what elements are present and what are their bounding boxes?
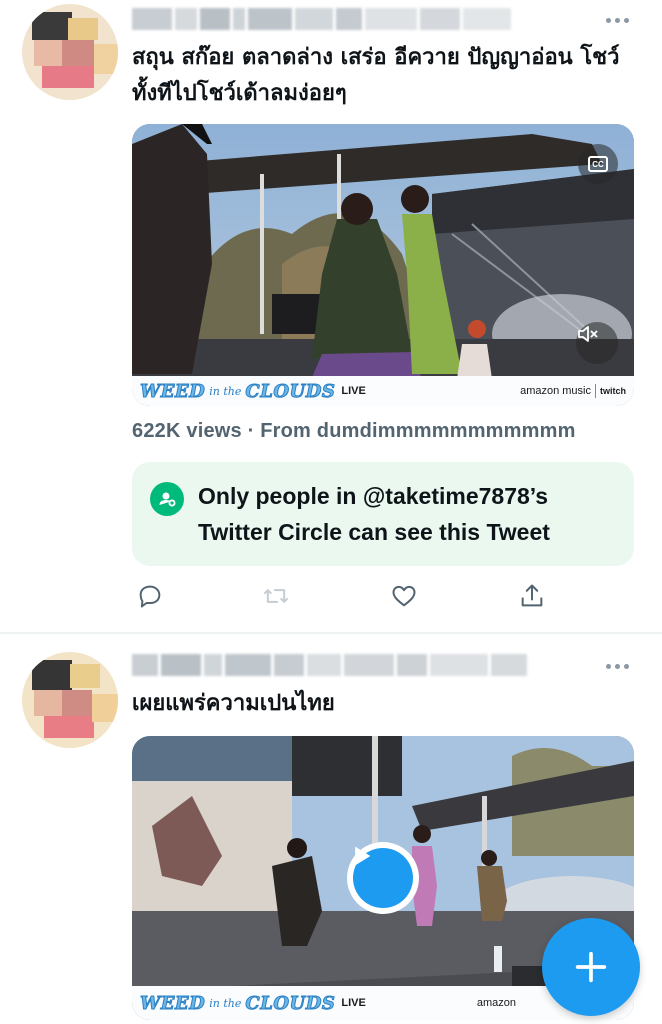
play-button[interactable]	[347, 842, 419, 914]
twitter-circle-icon	[150, 482, 184, 516]
compose-tweet-button[interactable]	[542, 918, 640, 1016]
reply-icon	[139, 585, 161, 608]
muted-speaker-icon	[578, 326, 598, 342]
retweet-button[interactable]	[258, 578, 294, 614]
author-name-blurred[interactable]	[132, 6, 511, 32]
view-count[interactable]: 622K views · From dumdimmmmmmmmmmm	[132, 420, 576, 443]
video-frame	[132, 124, 634, 406]
video-thumbnail[interactable]: CC WEED in the CLOUDS LIVE amazon music …	[132, 124, 634, 406]
banner-live: LIVE	[341, 385, 366, 397]
tweet-text: เผยแพร่ความเปนไทย	[132, 691, 335, 716]
banner-live: LIVE	[341, 997, 366, 1009]
closed-captions-button[interactable]: CC	[578, 144, 618, 184]
circle-notice-text: Only people in @taketime7878’s Twitter C…	[198, 483, 550, 545]
banner-in-the: in the	[209, 384, 242, 398]
author-name-blurred[interactable]	[132, 652, 527, 678]
avatar[interactable]	[22, 652, 118, 748]
reply-button[interactable]	[132, 578, 168, 614]
tweet-text: สถุน สก๊อย ตลาดล่าง เสร่อ อีควาย ปัญญาอ่…	[132, 45, 620, 106]
twitter-circle-notice[interactable]: Only people in @taketime7878’s Twitter C…	[132, 462, 634, 566]
banner-title: WEED	[139, 992, 206, 1014]
video-banner: WEED in the CLOUDS LIVE amazon music twi…	[132, 376, 634, 406]
mute-button[interactable]	[576, 322, 618, 364]
banner-title-2: CLOUDS	[245, 380, 336, 402]
compose-plus-icon	[575, 951, 607, 983]
banner-sponsor: amazon music	[520, 385, 591, 397]
more-options-icon[interactable]	[602, 656, 632, 676]
tweet-actions	[132, 578, 552, 614]
like-button[interactable]	[386, 578, 422, 614]
share-button[interactable]	[514, 578, 550, 614]
more-options-icon[interactable]	[602, 10, 632, 30]
share-icon	[521, 584, 543, 607]
banner-title-2: CLOUDS	[245, 992, 336, 1014]
retweet-icon	[263, 589, 289, 603]
closed-captions-icon: CC	[588, 156, 608, 172]
banner-platform: twitch	[600, 386, 626, 396]
avatar[interactable]	[22, 4, 118, 100]
banner-in-the: in the	[209, 996, 242, 1010]
tweet-card[interactable]: สถุน สก๊อย ตลาดล่าง เสร่อ อีควาย ปัญญาอ่…	[0, 0, 662, 632]
play-icon	[355, 846, 371, 866]
like-icon	[392, 585, 416, 607]
banner-sponsor: amazon	[476, 997, 516, 1009]
banner-title: WEED	[139, 380, 206, 402]
